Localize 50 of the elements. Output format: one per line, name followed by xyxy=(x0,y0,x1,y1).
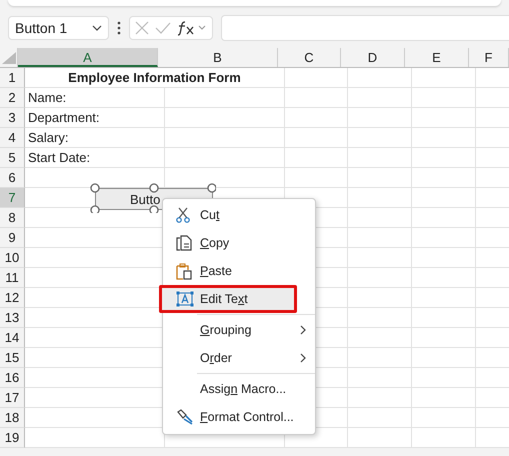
field-label: Salary: xyxy=(27,129,68,147)
row-header[interactable]: 16 xyxy=(0,368,25,388)
field-label: Start Date: xyxy=(27,149,90,167)
field-label: Department: xyxy=(27,109,100,127)
row-header[interactable]: 18 xyxy=(0,408,25,428)
chevron-right-icon xyxy=(300,325,306,335)
brush-icon xyxy=(176,409,194,425)
menu-item[interactable]: Copy xyxy=(159,229,315,257)
menu-item[interactable]: Paste xyxy=(159,257,315,285)
row-header[interactable]: 2 xyxy=(0,88,25,108)
more-options-icon[interactable] xyxy=(117,21,121,35)
cancel-icon[interactable] xyxy=(135,21,149,35)
row-header[interactable]: 12 xyxy=(0,288,25,308)
chevron-down-icon xyxy=(92,25,102,31)
copy-icon xyxy=(176,235,192,251)
column-header[interactable]: A xyxy=(18,48,158,67)
row-header[interactable]: 17 xyxy=(0,388,25,408)
clipboard-icon xyxy=(176,262,192,280)
formula-input[interactable] xyxy=(221,15,509,41)
row-header[interactable]: 10 xyxy=(0,248,25,268)
chevron-right-icon xyxy=(300,353,306,363)
text-box-icon xyxy=(176,291,194,307)
row-header[interactable]: 4 xyxy=(0,128,25,148)
row-header[interactable]: 19 xyxy=(0,428,25,448)
check-icon[interactable] xyxy=(155,22,171,34)
row-header[interactable]: 5 xyxy=(0,148,25,168)
menu-item[interactable]: Format Control... xyxy=(159,403,315,431)
menu-item[interactable]: Grouping xyxy=(159,316,315,344)
field-label: Name: xyxy=(27,89,66,107)
row-header[interactable]: 11 xyxy=(0,268,25,288)
column-header[interactable]: F xyxy=(469,48,509,67)
menu-item[interactable]: Order xyxy=(159,344,315,372)
row-header[interactable]: 14 xyxy=(0,328,25,348)
column-header[interactable]: C xyxy=(278,48,341,67)
scissors-icon xyxy=(176,207,190,223)
row-header[interactable]: 3 xyxy=(0,108,25,128)
row-header[interactable]: 15 xyxy=(0,348,25,368)
column-header[interactable]: B xyxy=(158,48,278,67)
function-icon[interactable] xyxy=(177,20,207,36)
row-header[interactable]: 9 xyxy=(0,228,25,248)
column-header[interactable]: E xyxy=(405,48,469,67)
name-box[interactable]: Button 1 xyxy=(8,16,109,40)
row-header[interactable]: 7 xyxy=(0,188,25,208)
row-header[interactable]: 6 xyxy=(0,168,25,188)
menu-item[interactable]: Assign Macro... xyxy=(159,375,315,403)
row-header[interactable]: 13 xyxy=(0,308,25,328)
row-header[interactable]: 8 xyxy=(0,208,25,228)
column-header[interactable]: D xyxy=(341,48,405,67)
row-header[interactable]: 1 xyxy=(0,68,25,88)
menu-item[interactable]: Edit Text xyxy=(159,285,297,313)
